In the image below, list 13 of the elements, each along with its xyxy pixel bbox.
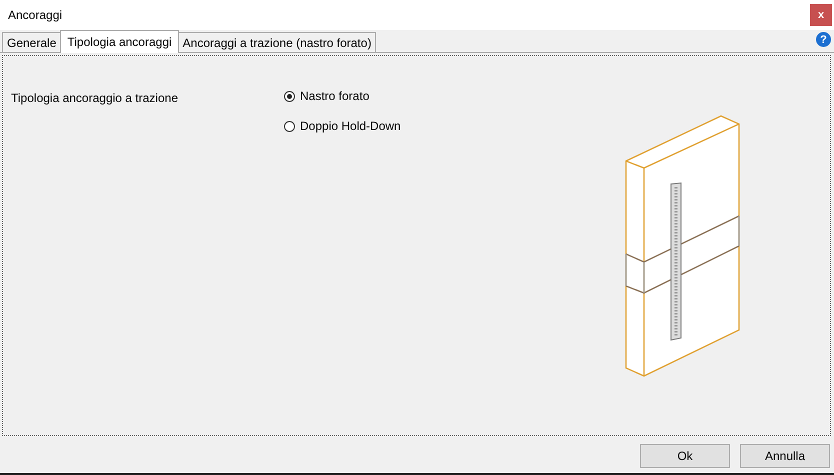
field-label: Tipologia ancoraggio a trazione: [10, 90, 179, 107]
radio-button[interactable]: [284, 90, 295, 102]
window-title: Ancoraggi: [8, 8, 64, 22]
dialog-button[interactable]: Ok: [640, 444, 730, 468]
tab[interactable]: Ancoraggi a trazione (nastro forato): [178, 32, 376, 52]
radio-label[interactable]: Nastro forato: [300, 89, 370, 103]
radio-button[interactable]: [284, 120, 295, 132]
tab[interactable]: Tipologia ancoraggi: [60, 30, 179, 53]
close-button[interactable]: x: [810, 4, 832, 26]
tab[interactable]: Generale: [2, 32, 62, 52]
help-icon[interactable]: ?: [816, 32, 831, 47]
radio-label[interactable]: Doppio Hold-Down: [300, 119, 401, 133]
dialog-button[interactable]: Annulla: [740, 444, 830, 468]
